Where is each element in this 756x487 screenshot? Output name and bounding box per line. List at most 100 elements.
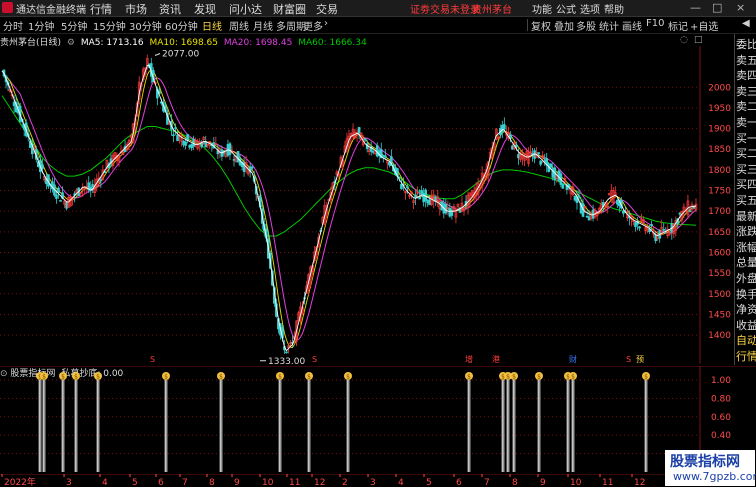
menu-shichang[interactable]: 市场 [125,1,147,17]
add-watchlist-button[interactable]: +自选 [690,18,718,33]
menu-hangqing[interactable]: 行情 [90,1,112,17]
indicator-tick-label: 1.00 [711,376,731,386]
side-panel-item: 外盘 [736,272,756,285]
menu-jiaoyi[interactable]: 交易 [316,1,338,17]
event-marker: 财 [569,354,577,364]
menu-zixun[interactable]: 资讯 [159,1,181,17]
close-button[interactable]: × [736,1,745,14]
side-panel-item: 买五 [736,194,756,207]
signal-label: $ [42,374,46,381]
side-panel-item: 买三 [736,162,756,176]
chart-expand-icon[interactable]: □ [694,35,703,45]
menu-caifuquan[interactable]: 财富圈 [273,1,306,17]
event-marker: S [626,355,631,364]
menu-gongshi[interactable]: 公式 [556,1,576,16]
time-tick-label: 11 [289,478,300,487]
stock-name-link[interactable]: 贵州茅台 [472,1,512,16]
signal-label: $ [571,374,575,381]
period-daily[interactable]: 日线 [202,18,222,33]
huaxian-button[interactable]: 画线 [622,18,642,33]
candle-body [650,224,653,227]
candle-body [448,207,452,217]
candle-body [363,138,367,141]
candle-body [184,141,187,146]
time-axis: 2022年 3 4 5 6 7 8 9 10 11 12 2 3 4 5 6 7 8 9 10 11 12 [0,474,700,487]
price-tick-label: 1950 [708,104,731,114]
menu-wenxiaoda[interactable]: 问小达 [229,1,262,17]
period-60min[interactable]: 60分钟 [165,18,198,33]
time-tick-label: 10 [262,478,274,487]
period-1min[interactable]: 1分钟 [28,18,54,33]
watermark-url: www.7gpzb.com [673,470,756,483]
price-tick-label: 1700 [708,207,731,217]
signal-bar [38,380,42,472]
period-monthly[interactable]: 月线 [253,18,273,33]
menu-faxian[interactable]: 发现 [194,1,216,17]
minimize-button[interactable]: — [690,1,701,14]
indicator-tick-label: 0.80 [711,394,731,404]
candle-body [91,184,95,188]
side-panel-item: 卖四 [736,69,756,83]
menu-gongneng[interactable]: 功能 [532,1,552,16]
time-tick-label: 6 [456,478,462,487]
candle-body [188,145,191,148]
collapse-panel-icon[interactable]: ◀ [742,18,750,29]
time-tick-label: 6 [158,478,164,487]
diejia-button[interactable]: 叠加 [554,18,574,33]
signal-bar [278,380,282,472]
indicator-chart[interactable]: $$$$$$$$$$$$$$$$$$ 1.000.800.600.400.20 [0,366,756,474]
time-tick-label: 4 [398,478,404,487]
tongji-button[interactable]: 统计 [599,18,619,33]
candle-body [692,206,696,209]
price-tick-label: 1900 [708,125,731,135]
time-tick-label: 4 [102,478,108,487]
signal-bar [164,380,168,472]
candle-body [420,190,423,196]
candle-body [688,210,692,212]
side-panel-item: 买二 [736,147,756,161]
candle-body [381,155,385,157]
login-warning[interactable]: 证劵交易未登录 [410,1,480,16]
maximize-button[interactable]: □ [712,1,722,14]
menu-bangzhu[interactable]: 帮助 [604,1,624,16]
more-arrow-icon[interactable]: › [324,18,328,29]
signal-bar [307,380,311,472]
period-fenshi[interactable]: 分时 [3,18,23,33]
f10-button[interactable]: F10 [646,18,664,29]
side-panel-item[interactable]: 行情 [736,348,756,364]
side-panel-item[interactable]: 自动 [736,332,756,348]
menu-xuanxiang[interactable]: 选项 [580,1,600,16]
price-tick-label: 1650 [708,228,731,238]
signal-bar [467,380,471,472]
period-more[interactable]: 更多 [303,18,323,33]
candle-body [236,151,240,163]
period-multi[interactable]: 多周期 [276,18,306,33]
signal-label: $ [346,374,350,381]
period-30min[interactable]: 30分钟 [129,18,162,33]
duogu-button[interactable]: 多股 [576,18,596,33]
signal-bar [61,380,65,472]
fuquan-button[interactable]: 复权 [531,18,551,33]
event-marker: 港 [492,354,500,364]
biaoji-button[interactable]: 标记 [668,18,688,33]
time-tick-label: 8 [209,478,215,487]
app-logo-icon [2,2,13,13]
candlestick-chart[interactable]: 2000 1950 1900 1850 1800 1750 1700 1650 1600 1550… [0,46,734,364]
time-tick-label: 5 [132,478,138,487]
price-tick-label: 2000 [708,83,731,93]
indicator-tick-label: 0.60 [711,413,731,423]
event-marker: 预 [636,354,644,364]
signal-label: $ [467,374,471,381]
chart-options-icon[interactable]: ◌ [680,35,688,45]
period-weekly[interactable]: 周线 [229,18,249,33]
period-15min[interactable]: 15分钟 [93,18,126,33]
candle-body [41,164,44,170]
candle-body [515,144,518,148]
time-tick-label: 3 [66,478,72,487]
side-panel-item: 涨跌 [736,225,756,239]
period-toolbar: 分时 1分钟 5分钟 15分钟 30分钟 60分钟 日线 周线 月线 多周期 更… [0,17,756,34]
candle-body [371,151,375,153]
signal-label: $ [512,374,516,381]
price-tick-label: 1550 [708,269,731,279]
period-5min[interactable]: 5分钟 [61,18,87,33]
